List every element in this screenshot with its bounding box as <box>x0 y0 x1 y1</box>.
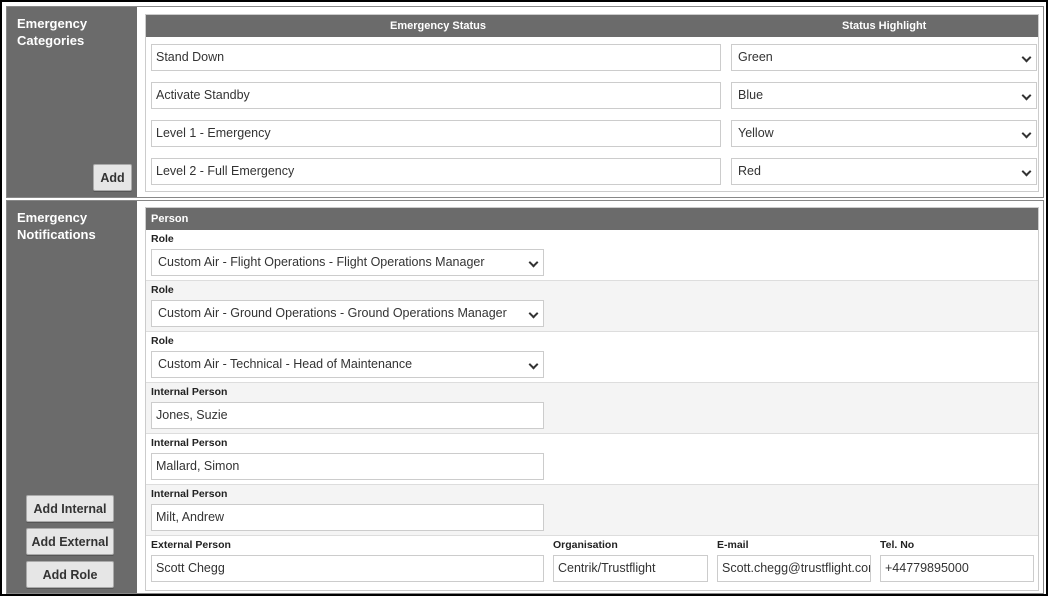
header-status-highlight: Status Highlight <box>842 20 927 32</box>
status-input[interactable]: Stand Down <box>151 44 721 71</box>
notifications-title: Emergency Notifications <box>17 210 96 242</box>
notifications-sidebar: Emergency Notifications Add Internal Add… <box>7 201 137 593</box>
status-input[interactable]: Activate Standby <box>151 82 721 109</box>
emergency-notifications-section: Emergency Notifications Add Internal Add… <box>6 200 1044 594</box>
highlight-value: Red <box>738 164 761 178</box>
chevron-down-icon <box>528 359 539 370</box>
internal-person-input[interactable]: Milt, Andrew <box>151 504 544 531</box>
email-label: E-mail <box>717 539 749 551</box>
external-person-label: External Person <box>151 539 231 551</box>
tel-input[interactable]: +44779895000 <box>880 555 1034 582</box>
role-row: Role Custom Air - Flight Operations - Fl… <box>146 230 1038 281</box>
status-input[interactable]: Level 1 - Emergency <box>151 120 721 147</box>
app-frame: Emergency Categories Add Emergency Statu… <box>0 0 1048 596</box>
role-value: Custom Air - Ground Operations - Ground … <box>158 306 507 320</box>
chevron-down-icon <box>528 257 539 268</box>
add-external-button[interactable]: Add External <box>26 528 114 555</box>
category-row: Level 1 - Emergency Yellow <box>146 113 1038 151</box>
internal-person-row: Internal Person Jones, Suzie <box>146 383 1038 434</box>
categories-table: Emergency Status Status Highlight Stand … <box>145 14 1039 192</box>
header-person: Person <box>151 213 189 225</box>
highlight-select[interactable]: Red <box>731 158 1037 185</box>
internal-person-input[interactable]: Mallard, Simon <box>151 453 544 480</box>
organisation-label: Organisation <box>553 539 618 551</box>
role-label: Role <box>151 284 174 296</box>
categories-sidebar: Emergency Categories Add <box>7 7 137 197</box>
category-row: Stand Down Green <box>146 37 1038 75</box>
role-value: Custom Air - Flight Operations - Flight … <box>158 255 485 269</box>
role-select[interactable]: Custom Air - Flight Operations - Flight … <box>151 249 544 276</box>
chevron-down-icon <box>1021 90 1032 101</box>
external-person-input[interactable]: Scott Chegg <box>151 555 544 582</box>
internal-person-input[interactable]: Jones, Suzie <box>151 402 544 429</box>
highlight-select[interactable]: Yellow <box>731 120 1037 147</box>
internal-person-row: Internal Person Milt, Andrew <box>146 485 1038 536</box>
category-row: Activate Standby Blue <box>146 75 1038 113</box>
highlight-select[interactable]: Green <box>731 44 1037 71</box>
role-row: Role Custom Air - Ground Operations - Gr… <box>146 281 1038 332</box>
internal-person-label: Internal Person <box>151 488 228 500</box>
role-value: Custom Air - Technical - Head of Mainten… <box>158 357 413 371</box>
organisation-input[interactable]: Centrik/Trustflight <box>553 555 708 582</box>
header-emergency-status: Emergency Status <box>390 20 486 32</box>
emergency-categories-section: Emergency Categories Add Emergency Statu… <box>6 6 1044 198</box>
tel-label: Tel. No <box>880 539 915 551</box>
person-header: Person <box>146 208 1038 230</box>
role-label: Role <box>151 233 174 245</box>
add-role-button[interactable]: Add Role <box>26 561 114 588</box>
highlight-select[interactable]: Blue <box>731 82 1037 109</box>
external-person-row: External Person Scott Chegg Organisation… <box>146 536 1038 587</box>
chevron-down-icon <box>528 308 539 319</box>
internal-person-label: Internal Person <box>151 386 228 398</box>
internal-person-label: Internal Person <box>151 437 228 449</box>
role-row: Role Custom Air - Technical - Head of Ma… <box>146 332 1038 383</box>
role-select[interactable]: Custom Air - Technical - Head of Mainten… <box>151 351 544 378</box>
status-input[interactable]: Level 2 - Full Emergency <box>151 158 721 185</box>
highlight-value: Yellow <box>738 126 774 140</box>
role-label: Role <box>151 335 174 347</box>
email-input[interactable]: Scott.chegg@trustflight.cor <box>717 555 871 582</box>
category-row: Level 2 - Full Emergency Red <box>146 151 1038 189</box>
add-internal-button[interactable]: Add Internal <box>26 495 114 522</box>
categories-title: Emergency Categories <box>17 16 88 48</box>
chevron-down-icon <box>1021 166 1032 177</box>
chevron-down-icon <box>1021 128 1032 139</box>
chevron-down-icon <box>1021 52 1032 63</box>
highlight-value: Blue <box>738 88 764 102</box>
add-category-button[interactable]: Add <box>93 164 132 191</box>
categories-header: Emergency Status Status Highlight <box>146 15 1038 37</box>
internal-person-row: Internal Person Mallard, Simon <box>146 434 1038 485</box>
role-select[interactable]: Custom Air - Ground Operations - Ground … <box>151 300 544 327</box>
notifications-table: Person Role Custom Air - Flight Operatio… <box>145 207 1039 591</box>
highlight-value: Green <box>738 50 773 64</box>
